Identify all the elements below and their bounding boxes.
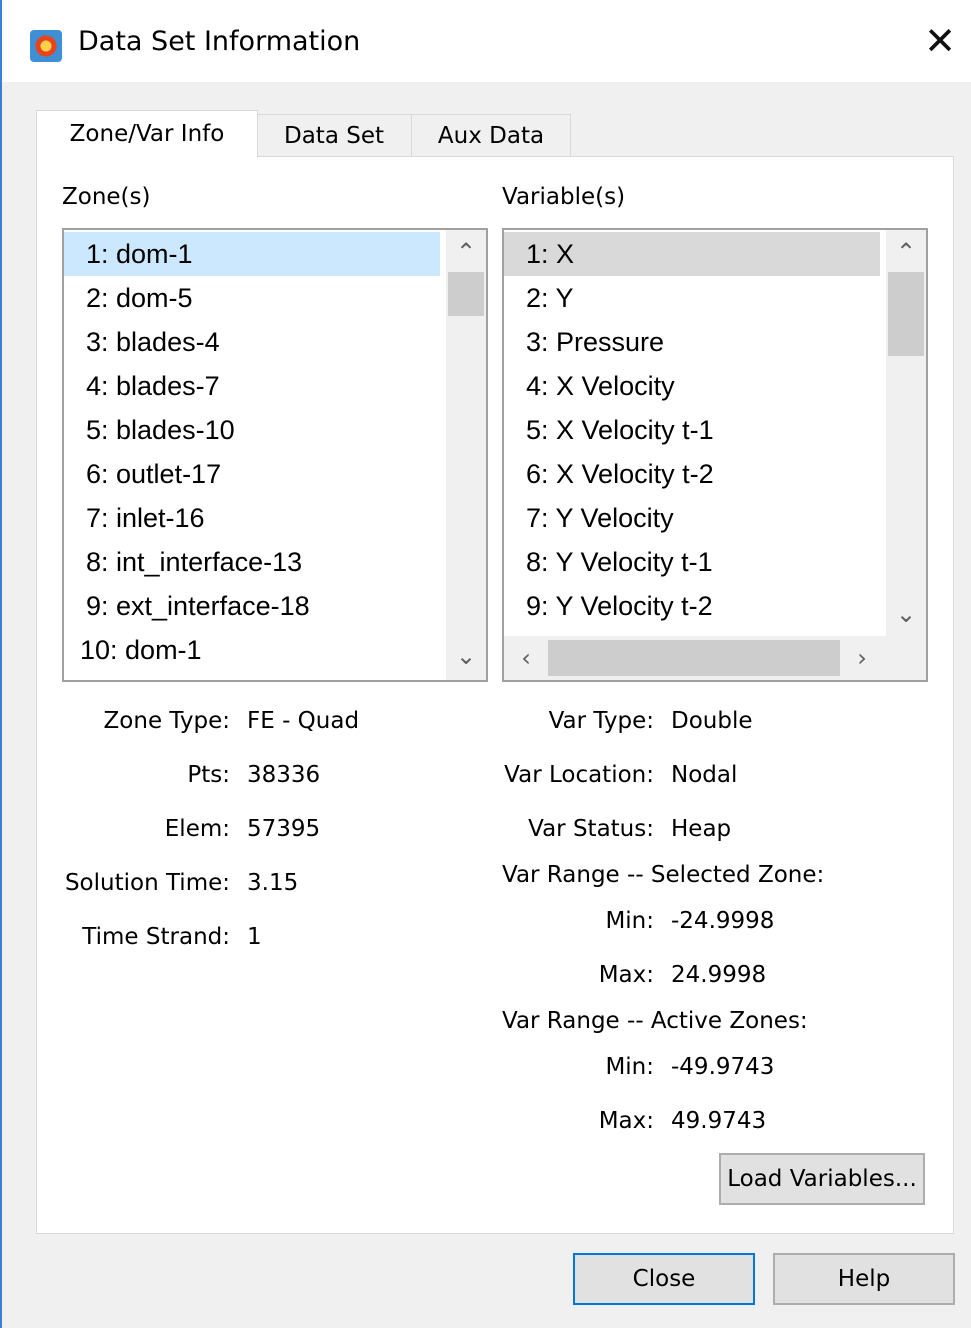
variable-list-item[interactable]: 2: Y bbox=[504, 276, 880, 320]
help-button[interactable]: Help bbox=[773, 1253, 955, 1305]
var-range-selected-zone-header: Var Range -- Selected Zone: bbox=[502, 862, 825, 888]
solution-time-value: 3.15 bbox=[247, 870, 299, 896]
title-bar: Data Set Information ✕ bbox=[2, 0, 971, 82]
scroll-thumb[interactable] bbox=[888, 272, 924, 356]
zone-list-item[interactable]: 5: blades-10 bbox=[64, 408, 440, 452]
time-strand-label: Time Strand: bbox=[82, 924, 230, 950]
variable-list-item[interactable]: 1: X bbox=[504, 232, 880, 276]
scroll-down-icon[interactable]: ⌄ bbox=[446, 636, 486, 676]
variable-list-item[interactable]: 8: Y Velocity t-1 bbox=[504, 540, 880, 584]
variables-header: Variable(s) bbox=[502, 184, 626, 210]
var-location-label: Var Location: bbox=[504, 762, 654, 788]
tab-aux-data[interactable]: Aux Data bbox=[411, 114, 571, 156]
zones-vertical-scrollbar[interactable]: ⌃ ⌄ bbox=[446, 230, 486, 680]
active-max-value: 49.9743 bbox=[671, 1108, 767, 1134]
pts-label: Pts: bbox=[187, 762, 230, 788]
var-location-value: Nodal bbox=[671, 762, 738, 788]
close-button[interactable]: Close bbox=[573, 1253, 755, 1305]
zone-list-item[interactable]: 10: dom-1 bbox=[64, 628, 440, 672]
selected-max-label: Max: bbox=[598, 962, 654, 988]
zone-list-item[interactable]: 9: ext_interface-18 bbox=[64, 584, 440, 628]
zone-list-item[interactable]: 3: blades-4 bbox=[64, 320, 440, 364]
zone-list-item[interactable]: 2: dom-5 bbox=[64, 276, 440, 320]
variable-list-item[interactable]: 3: Pressure bbox=[504, 320, 880, 364]
var-type-value: Double bbox=[671, 708, 753, 734]
scroll-up-icon[interactable]: ⌃ bbox=[886, 232, 926, 272]
scroll-thumb[interactable] bbox=[548, 640, 840, 676]
selected-min-value: -24.9998 bbox=[671, 908, 775, 934]
close-icon[interactable]: ✕ bbox=[922, 22, 958, 60]
load-variables-button[interactable]: Load Variables... bbox=[719, 1153, 925, 1205]
pts-value: 38336 bbox=[247, 762, 321, 788]
variables-listbox[interactable]: 1: X 2: Y 3: Pressure 4: X Velocity 5: X… bbox=[502, 228, 928, 682]
variable-list-item[interactable]: 7: Y Velocity bbox=[504, 496, 880, 540]
selected-min-label: Min: bbox=[605, 908, 654, 934]
variables-horizontal-scrollbar[interactable]: ‹ › bbox=[504, 636, 886, 680]
variables-vertical-scrollbar[interactable]: ⌃ ⌄ bbox=[886, 230, 926, 636]
scroll-down-icon[interactable]: ⌄ bbox=[886, 594, 926, 634]
var-status-label: Var Status: bbox=[528, 816, 654, 842]
elem-value: 57395 bbox=[247, 816, 321, 842]
zone-type-value: FE - Quad bbox=[247, 708, 360, 734]
variable-list-item[interactable]: 9: Y Velocity t-2 bbox=[504, 584, 880, 628]
zones-header: Zone(s) bbox=[62, 184, 151, 210]
variable-list-item[interactable]: 5: X Velocity t-1 bbox=[504, 408, 880, 452]
scroll-right-icon[interactable]: › bbox=[842, 638, 882, 678]
app-icon bbox=[30, 30, 62, 62]
zone-list-item[interactable]: 7: inlet-16 bbox=[64, 496, 440, 540]
scrollbar-corner bbox=[886, 636, 926, 680]
zone-list-item[interactable]: 8: int_interface-13 bbox=[64, 540, 440, 584]
zone-list-item[interactable]: 6: outlet-17 bbox=[64, 452, 440, 496]
var-type-label: Var Type: bbox=[548, 708, 654, 734]
dialog-title: Data Set Information bbox=[78, 26, 361, 57]
zone-list-item[interactable]: 4: blades-7 bbox=[64, 364, 440, 408]
variable-list-item[interactable]: 4: X Velocity bbox=[504, 364, 880, 408]
tab-data-set[interactable]: Data Set bbox=[256, 114, 412, 156]
zone-type-label: Zone Type: bbox=[103, 708, 230, 734]
active-min-label: Min: bbox=[605, 1054, 654, 1080]
scroll-thumb[interactable] bbox=[448, 272, 484, 316]
var-range-active-zones-header: Var Range -- Active Zones: bbox=[502, 1008, 808, 1034]
zones-listbox[interactable]: 1: dom-1 2: dom-5 3: blades-4 4: blades-… bbox=[62, 228, 488, 682]
scroll-left-icon[interactable]: ‹ bbox=[506, 638, 546, 678]
time-strand-value: 1 bbox=[247, 924, 262, 950]
tab-zone-var-info[interactable]: Zone/Var Info bbox=[36, 110, 258, 158]
variable-list-item[interactable]: 6: X Velocity t-2 bbox=[504, 452, 880, 496]
solution-time-label: Solution Time: bbox=[64, 870, 230, 896]
active-max-label: Max: bbox=[598, 1108, 654, 1134]
zone-list-item[interactable]: 1: dom-1 bbox=[64, 232, 440, 276]
selected-max-value: 24.9998 bbox=[671, 962, 767, 988]
dialog-window: Data Set Information ✕ Zone/Var Info Dat… bbox=[0, 0, 971, 1328]
active-min-value: -49.9743 bbox=[671, 1054, 775, 1080]
var-status-value: Heap bbox=[671, 816, 732, 842]
elem-label: Elem: bbox=[164, 816, 230, 842]
scroll-up-icon[interactable]: ⌃ bbox=[446, 232, 486, 272]
